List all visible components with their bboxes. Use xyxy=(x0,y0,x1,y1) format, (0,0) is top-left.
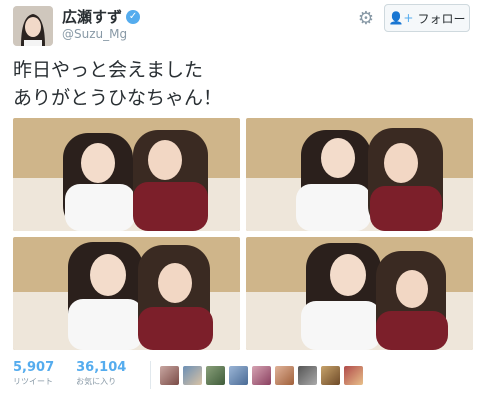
liker-avatars xyxy=(160,366,363,385)
verified-badge-icon: ✓ xyxy=(126,9,141,24)
photo-3[interactable] xyxy=(13,237,240,350)
display-name[interactable]: 広瀬すず ✓ xyxy=(62,6,141,27)
liker-avatar[interactable] xyxy=(275,366,294,385)
liker-avatar[interactable] xyxy=(183,366,202,385)
liker-avatar[interactable] xyxy=(321,366,340,385)
photo-2[interactable] xyxy=(246,118,473,231)
follow-button-label: フォロー xyxy=(417,11,466,26)
person-add-icon: 👤+ xyxy=(388,11,414,25)
photo-grid xyxy=(13,118,473,350)
liker-avatar[interactable] xyxy=(252,366,271,385)
photo-1[interactable] xyxy=(13,118,240,231)
follow-button[interactable]: 👤+ フォロー xyxy=(384,4,470,32)
avatar[interactable] xyxy=(13,6,53,46)
liker-avatar[interactable] xyxy=(229,366,248,385)
tweet-text: 昨日やっと会えました ありがとうひなちゃん！ xyxy=(13,56,473,112)
retweet-count: 5,907 xyxy=(13,360,55,375)
liker-avatar[interactable] xyxy=(206,366,225,385)
liker-avatar[interactable] xyxy=(160,366,179,385)
user-handle[interactable]: @Suzu_Mg xyxy=(62,27,127,41)
like-count: 36,104 xyxy=(76,360,127,375)
like-label: お気に入り xyxy=(76,377,117,386)
avatar-image xyxy=(13,6,53,46)
liker-avatar[interactable] xyxy=(344,366,363,385)
retweet-label: リツイート xyxy=(13,377,53,386)
tweet-stats: 5,907 リツイート 36,104 お気に入り xyxy=(13,360,126,388)
display-name-text: 広瀬すず xyxy=(62,8,123,26)
photo-4[interactable] xyxy=(246,237,473,350)
gear-icon[interactable]: ⚙ xyxy=(357,10,375,28)
liker-avatar[interactable] xyxy=(298,366,317,385)
tweet-line-2: ありがとうひなちゃん！ xyxy=(13,87,223,109)
stats-divider xyxy=(150,361,151,389)
like-stat[interactable]: 36,104 お気に入り xyxy=(76,360,126,388)
tweet-line-1: 昨日やっと会えました xyxy=(13,59,204,81)
retweet-stat[interactable]: 5,907 リツイート xyxy=(13,360,54,388)
